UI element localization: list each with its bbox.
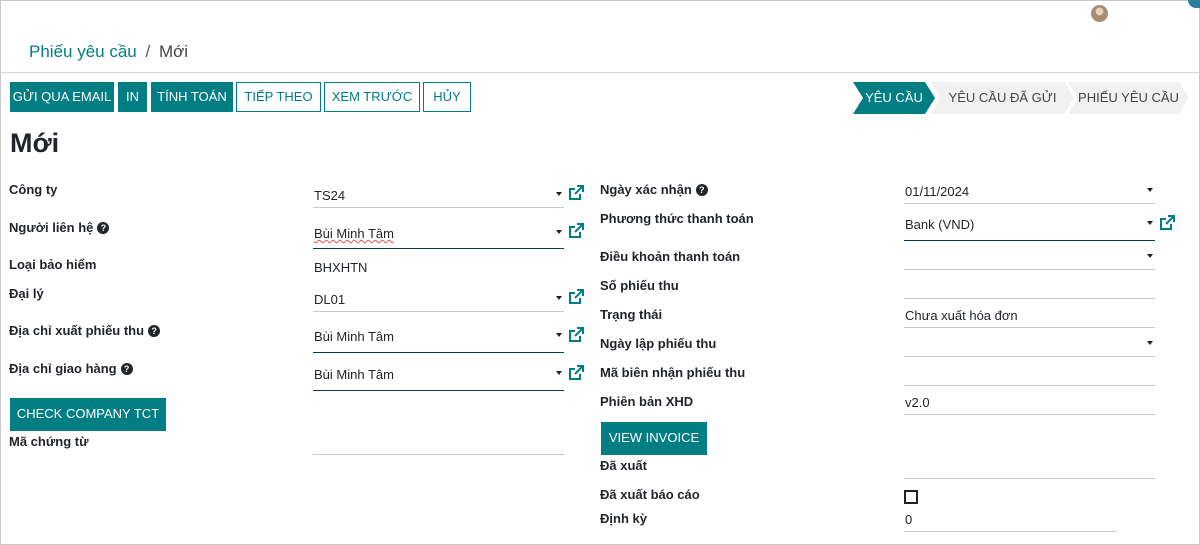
help-icon[interactable]: ?	[695, 184, 708, 196]
help-icon[interactable]: ?	[97, 222, 110, 234]
chevron-down-icon[interactable]	[556, 296, 562, 300]
contact-value: Bùi Minh Tâm	[314, 226, 394, 241]
payment-method-label: Phương thức thanh toán	[600, 211, 754, 226]
confirm-date-label: Ngày xác nhận?	[600, 182, 708, 197]
chevron-down-icon[interactable]	[556, 371, 562, 375]
status-request-form[interactable]: PHIẾU YÊU CẦU	[1068, 82, 1189, 114]
insurance-field[interactable]: BHXHTN	[313, 256, 564, 280]
invoice-address-label-text: Địa chỉ xuất phiếu thu	[9, 323, 145, 338]
xhd-version-value: v2.0	[905, 395, 930, 410]
agent-value: DL01	[314, 292, 346, 307]
breadcrumb: Phiếu yêu cầu / Mới	[29, 42, 188, 62]
external-link-icon[interactable]	[567, 364, 585, 382]
contact-field[interactable]: Bùi Minh Tâm	[313, 222, 564, 249]
header-divider	[1, 72, 1199, 73]
payment-terms-field[interactable]	[904, 246, 1155, 270]
external-link-icon[interactable]	[567, 288, 585, 306]
receipt-number-field[interactable]	[904, 275, 1155, 299]
chevron-down-icon[interactable]	[1147, 341, 1153, 345]
chevron-down-icon[interactable]	[556, 230, 562, 234]
external-link-icon[interactable]	[567, 326, 585, 344]
compute-button[interactable]: TÍNH TOÁN	[151, 82, 233, 112]
chevron-down-icon[interactable]	[1147, 221, 1153, 225]
print-button[interactable]: IN	[118, 82, 147, 112]
confirm-date-label-text: Ngày xác nhận	[600, 182, 692, 197]
view-invoice-button[interactable]: VIEW INVOICE	[601, 422, 707, 455]
delivery-address-label: Địa chỉ giao hàng?	[9, 361, 133, 376]
confirm-date-value: 01/11/2024	[905, 184, 970, 199]
state-value: Chưa xuất hóa đơn	[905, 308, 1018, 323]
invoice-address-label: Địa chỉ xuất phiếu thu?	[9, 323, 161, 338]
chevron-down-icon[interactable]	[1147, 188, 1153, 192]
company-field[interactable]: TS24	[313, 184, 564, 208]
send-email-button[interactable]: GỬI QUA EMAIL	[10, 82, 114, 112]
company-label: Công ty	[9, 182, 58, 197]
external-link-icon[interactable]	[567, 222, 585, 240]
external-link-icon[interactable]	[567, 184, 585, 202]
record-title: Mới	[10, 128, 60, 158]
external-link-icon[interactable]	[1158, 214, 1176, 232]
receipt-code-field[interactable]	[904, 362, 1155, 386]
company-value: TS24	[314, 188, 346, 203]
xhd-version-label: Phiên bản XHD	[600, 394, 694, 409]
breadcrumb-current: Mới	[158, 42, 189, 61]
insurance-value: BHXHTN	[314, 260, 368, 275]
state-label: Trạng thái	[600, 307, 663, 322]
voucher-code-label: Mã chứng từ	[9, 434, 89, 449]
contact-label: Người liên hệ?	[9, 220, 110, 235]
confirm-date-field[interactable]: 01/11/2024	[904, 180, 1155, 204]
receipt-date-field[interactable]	[904, 333, 1155, 357]
delivery-address-label-text: Địa chỉ giao hàng	[9, 361, 117, 376]
periodic-value: 0	[905, 512, 913, 527]
exported-field[interactable]	[904, 455, 1155, 479]
status-request-sent[interactable]: YÊU CẦU ĐÃ GỬI	[931, 82, 1074, 114]
next-button[interactable]: TIẾP THEO	[236, 82, 321, 112]
chevron-down-icon[interactable]	[1147, 254, 1153, 258]
payment-terms-label: Điều khoản thanh toán	[600, 249, 741, 264]
periodic-field[interactable]: 0	[904, 508, 1116, 532]
contact-label-text: Người liên hệ	[9, 220, 94, 235]
xhd-version-field[interactable]: v2.0	[904, 391, 1155, 415]
delivery-address-field[interactable]: Bùi Minh Tâm	[313, 363, 564, 391]
report-exported-checkbox[interactable]	[904, 490, 918, 504]
status-requested[interactable]: YÊU CẦU	[853, 82, 935, 114]
exported-label: Đã xuất	[600, 458, 647, 473]
payment-method-value: Bank (VND)	[905, 217, 975, 232]
breadcrumb-parent-link[interactable]: Phiếu yêu cầu	[29, 42, 137, 61]
delivery-address-value: Bùi Minh Tâm	[314, 367, 394, 382]
user-avatar[interactable]	[1091, 5, 1108, 22]
receipt-number-label: Số phiếu thu	[600, 278, 679, 293]
agent-field[interactable]: DL01	[313, 288, 564, 312]
help-icon[interactable]: ?	[120, 363, 133, 375]
invoice-address-field[interactable]: Bùi Minh Tâm	[313, 325, 564, 353]
voucher-code-field[interactable]	[313, 431, 564, 455]
help-icon[interactable]: ?	[148, 325, 161, 337]
report-exported-label: Đã xuất báo cáo	[600, 487, 700, 502]
receipt-date-label: Ngày lập phiếu thu	[600, 336, 717, 351]
chevron-down-icon[interactable]	[556, 333, 562, 337]
invoice-address-value: Bùi Minh Tâm	[314, 329, 394, 344]
agent-label: Đại lý	[9, 286, 44, 301]
periodic-label: Định kỳ	[600, 511, 647, 526]
breadcrumb-separator: /	[145, 42, 151, 61]
state-field[interactable]: Chưa xuất hóa đơn	[904, 304, 1155, 328]
receipt-code-label: Mã biên nhận phiếu thu	[600, 365, 746, 380]
check-company-tct-button[interactable]: CHECK COMPANY TCT	[10, 398, 166, 431]
insurance-label: Loại bảo hiểm	[9, 257, 97, 272]
payment-method-field[interactable]: Bank (VND)	[904, 213, 1155, 241]
cancel-button[interactable]: HỦY	[423, 82, 471, 112]
preview-button[interactable]: XEM TRƯỚC	[324, 82, 420, 112]
chevron-down-icon[interactable]	[556, 192, 562, 196]
